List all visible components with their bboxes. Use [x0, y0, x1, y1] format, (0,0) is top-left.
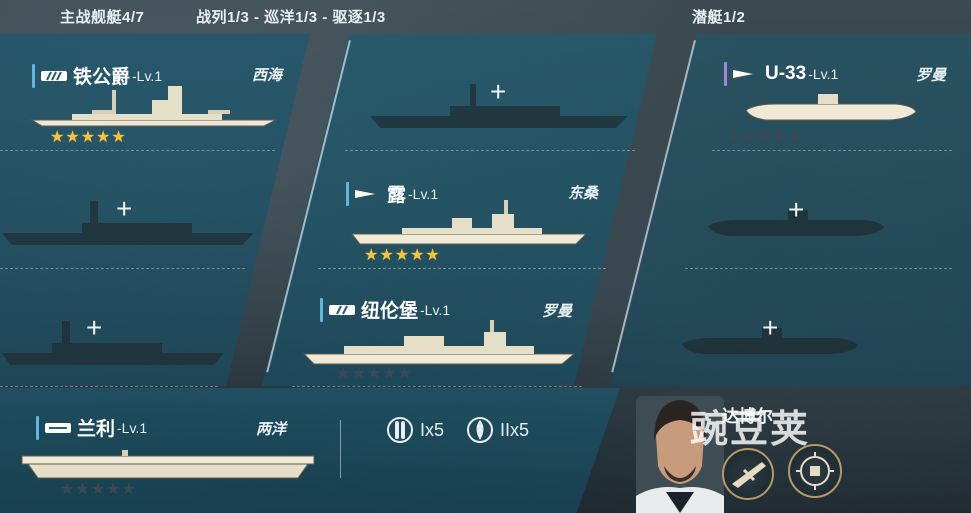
- gunnery-skill-icon: [796, 452, 834, 490]
- ship-name: U-33: [765, 63, 807, 84]
- ship-star-rating: ★ ★ ★ ★ ★: [336, 365, 412, 382]
- add-ship-icon: +: [490, 76, 507, 107]
- ship-class-counts: 战列1/3 - 巡洋1/3 - 驱逐1/3: [196, 9, 386, 26]
- row-divider: [292, 386, 582, 387]
- fleet-slot-empty[interactable]: +: [700, 158, 950, 264]
- cruiser-silhouette: [302, 320, 576, 365]
- fleet-slot-cruiser-nurnberg[interactable]: 纽伦堡 -Lv.1 罗曼 ★ ★ ★ ★ ★: [300, 278, 590, 386]
- ship-star-rating: ★ ★ ★ ★ ★: [50, 129, 126, 146]
- ship-title: U-33 -Lv.1: [724, 62, 838, 86]
- fleet-slot-battleship[interactable]: 铁公爵 -Lv.1 西海 ★ ★ ★ ★ ★: [0, 40, 300, 150]
- ship-star-rating: ★ ★ ★ ★ ★: [364, 247, 440, 264]
- ship-faction: 两洋: [256, 421, 287, 438]
- bomb-ammo: IIx5: [466, 416, 529, 444]
- row-divider: [0, 386, 218, 387]
- captain-skill-badge-1[interactable]: [722, 448, 774, 500]
- watermark-logo: 豌豆荚: [690, 409, 811, 451]
- destroyer-type-icon: [355, 189, 375, 198]
- empty-battleship-silhouette: [2, 321, 224, 365]
- fleet-slot-empty[interactable]: +: [676, 276, 926, 382]
- add-ship-icon: +: [788, 194, 805, 225]
- row-divider: [685, 268, 952, 269]
- bomb-icon: [467, 417, 493, 443]
- ship-star-rating: ★ ★ ★ ★ ★: [726, 129, 802, 146]
- torpedo-icon: [387, 417, 413, 443]
- cruiser-type-icon: [329, 304, 355, 315]
- cruiser-silhouette: [350, 200, 588, 245]
- fleet-slot-empty[interactable]: +: [0, 155, 260, 265]
- main-ships-count: 主战舰艇4/7: [60, 9, 145, 26]
- submarine-type-icon: [733, 70, 753, 78]
- ship-star-rating: ★ ★ ★ ★ ★: [60, 481, 136, 498]
- torpedo-ammo: Ix5: [386, 416, 444, 444]
- row-divider: [712, 150, 952, 151]
- ship-faction: 罗曼: [916, 67, 947, 84]
- submarine-silhouette: [745, 94, 917, 121]
- row-divider: [0, 268, 245, 269]
- carrier-type-icon: [45, 422, 71, 433]
- bomb-count: IIx5: [500, 419, 530, 440]
- carrier-silhouette: [21, 450, 315, 479]
- submarine-count: 潜艇1/2: [692, 9, 746, 26]
- ammo-divider: [340, 420, 341, 478]
- ship-level: -Lv.1: [808, 66, 839, 82]
- add-ship-icon: +: [86, 312, 103, 343]
- ship-type-bar: [346, 181, 349, 206]
- torpedo-count: Ix5: [420, 419, 445, 440]
- battleship-silhouette: [30, 86, 277, 127]
- ship-level: -Lv.1: [117, 419, 148, 436]
- fleet-slot-submarine-u33[interactable]: U-33 -Lv.1 罗曼 ★ ★ ★ ★ ★: [720, 40, 960, 148]
- fleet-slot-empty[interactable]: +: [0, 272, 235, 382]
- add-ship-icon: +: [762, 312, 779, 343]
- row-divider: [0, 150, 275, 151]
- row-divider: [318, 268, 606, 269]
- row-divider: [345, 150, 635, 151]
- ship-type-bar: [724, 62, 727, 86]
- ship-title: 兰利 -Lv.1: [36, 414, 147, 441]
- add-ship-icon: +: [116, 193, 133, 224]
- fleet-header: 主战舰艇4/7 战列1/3 - 巡洋1/3 - 驱逐1/3 潜艇1/2: [0, 0, 971, 32]
- ship-name: 兰利: [77, 419, 116, 440]
- fleet-slot-carrier-langley[interactable]: 兰利 -Lv.1 两洋 ★ ★ ★ ★ ★: [0, 396, 330, 513]
- ship-type-bar: [36, 415, 39, 440]
- aircraft-skill-icon: [732, 462, 766, 488]
- fleet-slot-empty[interactable]: +: [360, 40, 640, 148]
- ship-level: -Lv.1: [420, 301, 451, 318]
- fleet-slot-cruiser-tsuyu[interactable]: 露 -Lv.1 东桑 ★ ★ ★ ★ ★: [340, 160, 620, 268]
